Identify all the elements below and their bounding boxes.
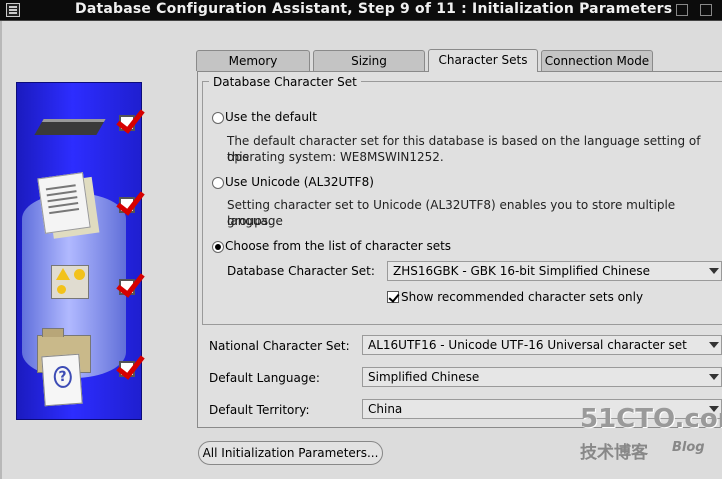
default-language-value: Simplified Chinese [368, 370, 480, 384]
database-charset-value: ZHS16GBK - GBK 16-bit Simplified Chinese [393, 264, 651, 278]
choose-from-list-label[interactable]: Choose from the list of character sets [225, 239, 451, 253]
use-unicode-radio[interactable] [212, 177, 224, 189]
window-titlebar: Database Configuration Assistant, Step 9… [0, 0, 722, 21]
tab-character-sets[interactable]: Character Sets [428, 49, 538, 72]
default-language-select[interactable]: Simplified Chinese [362, 367, 722, 387]
use-unicode-description-1: Setting character set to Unicode (AL32UT… [227, 198, 676, 228]
watermark-blog: Blog [672, 440, 705, 455]
documents-icon [37, 172, 91, 234]
chevron-down-icon [709, 268, 719, 274]
default-language-label: Default Language: [209, 371, 320, 385]
national-charset-value: AL16UTF16 - Unicode UTF-16 Universal cha… [368, 338, 687, 352]
database-charset-label: Database Character Set: [227, 264, 375, 278]
database-charset-select[interactable]: ZHS16GBK - GBK 16-bit Simplified Chinese [387, 261, 722, 281]
default-territory-label: Default Territory: [209, 403, 310, 417]
window-title: Database Configuration Assistant, Step 9… [75, 1, 673, 17]
use-default-radio[interactable] [212, 112, 224, 124]
step-sizing-checkmark-icon [119, 197, 135, 213]
minimize-button[interactable] [676, 4, 688, 16]
help-document-icon: ? [41, 353, 83, 407]
national-charset-select[interactable]: AL16UTF16 - Unicode UTF-16 Universal cha… [362, 335, 722, 355]
memory-chip-icon [34, 119, 106, 135]
chevron-down-icon [709, 374, 719, 380]
step-connection-checkmark-icon [119, 361, 135, 377]
use-unicode-description-2: groups. [227, 214, 272, 228]
maximize-button[interactable] [700, 4, 712, 16]
window-left-border [0, 21, 2, 479]
step-memory-checkmark-icon [119, 115, 135, 131]
national-charset-label: National Character Set: [209, 339, 350, 353]
watermark-logo: 51CTO.com 技术博客 Blog [578, 404, 722, 466]
tab-memory[interactable]: Memory [196, 50, 310, 71]
step-charset-checkmark-icon [119, 279, 135, 295]
show-recommended-label[interactable]: Show recommended character sets only [401, 290, 643, 304]
tab-connection-mode[interactable]: Connection Mode [541, 50, 653, 71]
all-initialization-parameters-button[interactable]: All Initialization Parameters... [198, 441, 383, 465]
shapes-icon [51, 265, 89, 299]
window-menu-icon[interactable] [6, 3, 20, 17]
database-charset-legend: Database Character Set [209, 75, 361, 89]
tab-sizing[interactable]: Sizing [313, 50, 425, 71]
use-default-description-2: operating system: WE8MSWIN1252. [227, 150, 444, 164]
chevron-down-icon [709, 342, 719, 348]
watermark-site: 51CTO.com [580, 404, 722, 434]
show-recommended-checkbox[interactable] [387, 291, 399, 303]
use-default-label[interactable]: Use the default [225, 110, 317, 124]
default-territory-value: China [368, 402, 403, 416]
use-unicode-label[interactable]: Use Unicode (AL32UTF8) [225, 175, 374, 189]
watermark-chinese: 技术博客 [580, 443, 648, 463]
choose-from-list-radio[interactable] [212, 241, 224, 253]
